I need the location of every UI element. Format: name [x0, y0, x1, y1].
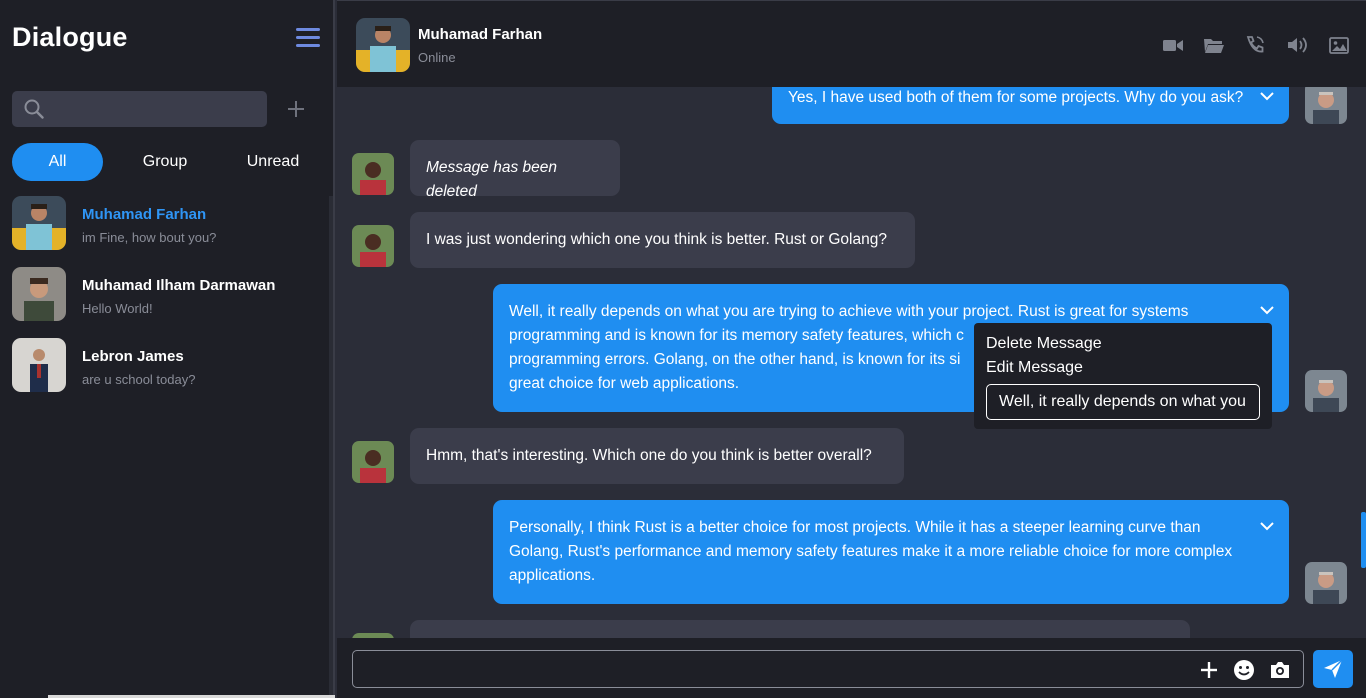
phone-icon[interactable] [1244, 35, 1266, 55]
app-title: Dialogue [12, 22, 128, 52]
contact-preview: im Fine, how bout you? [82, 230, 217, 245]
message-line: Well, it really depends on what you are … [509, 303, 1189, 320]
emoji-icon[interactable] [1233, 659, 1255, 681]
video-icon[interactable] [1162, 35, 1184, 55]
edit-message-option[interactable]: Edit Message [986, 359, 1083, 377]
chat-contact-name: Muhamad Farhan [418, 26, 543, 43]
message-incoming[interactable]: I was just wondering which one you think… [410, 212, 915, 268]
speaker-icon[interactable] [1286, 35, 1308, 55]
message-incoming[interactable] [410, 620, 1190, 638]
message-input[interactable] [363, 651, 1183, 687]
search-box[interactable] [12, 91, 267, 127]
menu-icon[interactable] [296, 28, 320, 48]
delete-message-option[interactable]: Delete Message [986, 335, 1102, 353]
edit-message-input[interactable] [986, 384, 1260, 420]
message-text: Message has been deleted [426, 159, 557, 200]
sidebar-scrollbar[interactable] [329, 196, 333, 696]
folder-icon[interactable] [1203, 35, 1225, 55]
message-line: applications. [509, 567, 596, 584]
contact-preview: are u school today? [82, 372, 196, 387]
chevron-down-icon[interactable] [1259, 304, 1275, 316]
contact-item[interactable]: Lebron James are u school today? [0, 338, 330, 396]
message-text: Yes, I have used both of them for some p… [788, 89, 1244, 106]
avatar [12, 196, 66, 250]
contact-item[interactable]: Muhamad Ilham Darmawan Hello World! [0, 267, 330, 325]
avatar [352, 441, 394, 483]
send-button[interactable] [1313, 650, 1353, 688]
chat-header: Muhamad Farhan Online [337, 0, 1366, 87]
avatar[interactable] [356, 18, 410, 72]
status-text: Online [418, 50, 456, 65]
avatar [352, 225, 394, 267]
message-incoming[interactable]: Message has been deleted [410, 140, 620, 200]
avatar [1305, 562, 1347, 604]
contact-name: Lebron James [82, 348, 184, 365]
sidebar: Dialogue All Group Unread Muhamad Farhan… [0, 0, 335, 698]
avatar [1305, 370, 1347, 412]
message-line: Personally, I think Rust is a better cho… [509, 519, 1201, 536]
search-input[interactable] [54, 91, 259, 127]
contact-preview: Hello World! [82, 301, 153, 316]
filter-tabs: All Group Unread [12, 143, 324, 181]
camera-icon[interactable] [1269, 659, 1291, 681]
tab-all[interactable]: All [12, 143, 103, 181]
avatar [1305, 87, 1347, 124]
message-text: Hmm, that's interesting. Which one do yo… [426, 447, 872, 464]
send-icon [1324, 659, 1343, 678]
message-list[interactable]: Yes, I have used both of them for some p… [337, 87, 1366, 638]
tab-group[interactable]: Group [120, 143, 210, 181]
message-text: I was just wondering which one you think… [426, 231, 887, 248]
contact-item[interactable]: Muhamad Farhan im Fine, how bout you? [0, 196, 330, 254]
chevron-down-icon[interactable] [1259, 90, 1275, 102]
contact-name: Muhamad Ilham Darmawan [82, 277, 276, 294]
image-icon[interactable] [1328, 35, 1350, 55]
message-outgoing[interactable]: Yes, I have used both of them for some p… [772, 87, 1289, 124]
message-scrollbar[interactable] [1361, 512, 1366, 568]
message-incoming[interactable]: Hmm, that's interesting. Which one do yo… [410, 428, 904, 484]
search-icon [24, 99, 44, 119]
contact-name: Muhamad Farhan [82, 206, 207, 223]
composer [337, 638, 1366, 698]
composer-box [352, 650, 1304, 688]
avatar [12, 338, 66, 392]
avatar [12, 267, 66, 321]
avatar [352, 153, 394, 195]
message-line: Golang, Rust's performance and memory sa… [509, 543, 1233, 560]
message-outgoing[interactable]: Personally, I think Rust is a better cho… [493, 500, 1289, 604]
tab-unread[interactable]: Unread [228, 143, 318, 181]
header-actions [1162, 35, 1352, 55]
chevron-down-icon[interactable] [1259, 520, 1275, 532]
plus-icon[interactable] [1198, 659, 1220, 681]
plus-icon[interactable] [283, 96, 309, 122]
message-context-menu: Delete Message Edit Message [974, 323, 1272, 429]
